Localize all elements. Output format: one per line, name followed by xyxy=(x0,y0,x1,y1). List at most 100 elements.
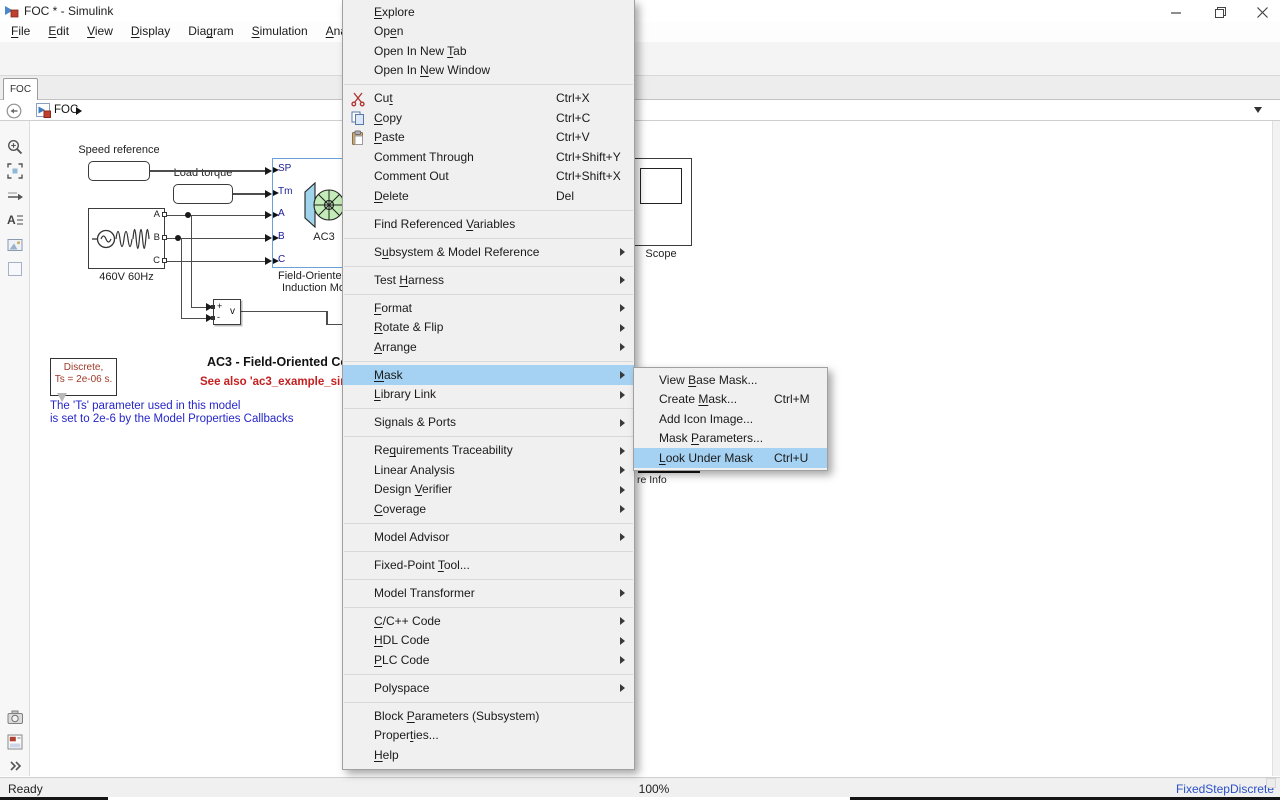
viewmarks-icon[interactable] xyxy=(6,733,24,751)
menu-item-label: Open In New Window xyxy=(374,63,490,77)
menu-icon-slot xyxy=(350,585,366,601)
menu-separator xyxy=(344,674,633,675)
palette-toolbar: A xyxy=(0,121,30,776)
submenu-item-mask-parameters[interactable]: Mask Parameters... xyxy=(634,429,827,449)
menu-item-library-link[interactable]: Library Link xyxy=(343,385,634,405)
menu-item-properties[interactable]: Properties... xyxy=(343,726,634,746)
tab-foc[interactable]: FOC xyxy=(3,78,38,100)
menu-item-fixed-point-tool[interactable]: Fixed-Point Tool... xyxy=(343,555,634,575)
menu-separator xyxy=(344,408,633,409)
menu-icon-slot xyxy=(350,188,366,204)
vm-minus: - xyxy=(217,312,220,322)
menu-item-hdl-code[interactable]: HDL Code xyxy=(343,631,634,651)
fit-view-icon[interactable] xyxy=(6,162,24,180)
menu-item-model-transformer[interactable]: Model Transformer xyxy=(343,583,634,603)
menu-icon-slot xyxy=(350,443,366,459)
menu-item-label: Explore xyxy=(374,5,415,19)
expand-chevron-icon[interactable] xyxy=(6,757,24,775)
menu-separator xyxy=(344,436,633,437)
zoom-level: 100% xyxy=(594,782,714,796)
menu-item-label: Block Parameters (Subsystem) xyxy=(374,709,539,723)
close-button[interactable] xyxy=(1240,0,1280,24)
solver-name[interactable]: FixedStepDiscrete xyxy=(1176,782,1274,796)
see-also-link[interactable]: See also 'ac3_example_simplifi xyxy=(200,376,343,391)
submenu-arrow-icon xyxy=(620,391,625,399)
menu-bar: FileEditViewDisplayDiagramSimulationAnal… xyxy=(0,22,1280,42)
menu-item-open-in-new-tab[interactable]: Open In New Tab xyxy=(343,41,634,61)
menu-icon-slot xyxy=(350,4,366,20)
menu-shortcut: Ctrl+V xyxy=(556,130,590,144)
menu-item-help[interactable]: Help xyxy=(343,745,634,765)
speed-reference-block[interactable] xyxy=(88,161,150,181)
menubar-item-diagram[interactable]: Diagram xyxy=(179,22,242,42)
menu-icon-slot xyxy=(350,320,366,336)
submenu-arrow-icon xyxy=(620,684,625,692)
menu-item-copy[interactable]: CopyCtrl+C xyxy=(343,108,634,128)
menu-item-format[interactable]: Format xyxy=(343,298,634,318)
menubar-item-edit[interactable]: Edit xyxy=(39,22,78,42)
source-label: 460V 60Hz xyxy=(78,271,175,283)
menu-item-label: Format xyxy=(374,301,412,315)
breadcrumb[interactable]: FOC xyxy=(54,104,78,116)
menu-item-comment-through[interactable]: Comment ThroughCtrl+Shift+Y xyxy=(343,147,634,167)
menu-item-block-parameters-subsystem[interactable]: Block Parameters (Subsystem) xyxy=(343,706,634,726)
menu-item-label: Design Verifier xyxy=(374,482,452,496)
menu-item-c-c-code[interactable]: C/C++ Code xyxy=(343,611,634,631)
source-port-a: A xyxy=(148,209,160,220)
menu-separator xyxy=(344,523,633,524)
menu-item-open[interactable]: Open xyxy=(343,22,634,42)
menu-item-plc-code[interactable]: PLC Code xyxy=(343,650,634,670)
menu-item-mask[interactable]: Mask xyxy=(343,365,634,385)
restore-button[interactable] xyxy=(1198,0,1242,24)
window-title: FOC * - Simulink xyxy=(24,4,113,18)
submenu-item-create-mask[interactable]: Create Mask...Ctrl+M xyxy=(634,390,827,410)
menu-item-linear-analysis[interactable]: Linear Analysis xyxy=(343,460,634,480)
menu-icon-slot xyxy=(350,462,366,478)
menu-item-coverage[interactable]: Coverage xyxy=(343,499,634,519)
powergui-line1: Discrete, xyxy=(50,362,117,373)
menu-item-rotate-flip[interactable]: Rotate & Flip xyxy=(343,318,634,338)
menu-icon-slot xyxy=(350,387,366,403)
area-icon[interactable] xyxy=(6,260,24,278)
zoom-in-icon[interactable] xyxy=(6,138,24,156)
menu-item-comment-out[interactable]: Comment OutCtrl+Shift+X xyxy=(343,167,634,187)
hide-explorer-bar-icon[interactable] xyxy=(6,103,22,119)
menu-item-requirements-traceability[interactable]: Requirements Traceability xyxy=(343,441,634,461)
vertical-scrollbar[interactable] xyxy=(1272,121,1280,776)
simulink-logo-icon xyxy=(4,4,19,19)
minimize-button[interactable] xyxy=(1154,0,1198,24)
menu-item-explore[interactable]: Explore xyxy=(343,2,634,22)
menubar-item-file[interactable]: File xyxy=(2,22,39,42)
menu-icon-slot xyxy=(350,613,366,629)
wire-arrowhead xyxy=(265,190,272,198)
menu-item-delete[interactable]: DeleteDel xyxy=(343,186,634,206)
menubar-item-simulation[interactable]: Simulation xyxy=(243,22,317,42)
submenu-arrow-icon xyxy=(620,447,625,455)
load-torque-block[interactable] xyxy=(173,184,233,204)
menu-item-subsystem-model-reference[interactable]: Subsystem & Model Reference xyxy=(343,242,634,262)
menu-item-find-referenced-variables[interactable]: Find Referenced Variables xyxy=(343,214,634,234)
menu-separator xyxy=(344,210,633,211)
partial-info-annotation: re Info xyxy=(637,474,667,486)
menubar-item-view[interactable]: View xyxy=(78,22,122,42)
submenu-arrow-icon xyxy=(620,466,625,474)
menu-item-model-advisor[interactable]: Model Advisor xyxy=(343,527,634,547)
annotation-icon[interactable]: A xyxy=(6,211,24,229)
menu-item-open-in-new-window[interactable]: Open In New Window xyxy=(343,61,634,81)
submenu-item-view-base-mask[interactable]: View Base Mask... xyxy=(634,370,827,390)
camera-icon[interactable] xyxy=(6,708,24,726)
menu-item-arrange[interactable]: Arrange xyxy=(343,337,634,357)
panel-collapse-icon[interactable] xyxy=(1254,107,1262,113)
menu-item-design-verifier[interactable]: Design Verifier xyxy=(343,480,634,500)
submenu-item-look-under-mask[interactable]: Look Under MaskCtrl+U xyxy=(634,448,827,468)
menu-item-cut[interactable]: CutCtrl+X xyxy=(343,89,634,109)
submenu-item-add-icon-image[interactable]: Add Icon Image... xyxy=(634,409,827,429)
menu-item-paste[interactable]: PasteCtrl+V xyxy=(343,128,634,148)
wire-segment xyxy=(150,170,266,172)
menu-item-test-harness[interactable]: Test Harness xyxy=(343,270,634,290)
image-icon[interactable] xyxy=(6,236,24,254)
route-arrow-icon[interactable] xyxy=(6,187,24,205)
menu-item-signals-ports[interactable]: Signals & Ports xyxy=(343,413,634,433)
menubar-item-display[interactable]: Display xyxy=(122,22,179,42)
menu-item-polyspace[interactable]: Polyspace xyxy=(343,678,634,698)
